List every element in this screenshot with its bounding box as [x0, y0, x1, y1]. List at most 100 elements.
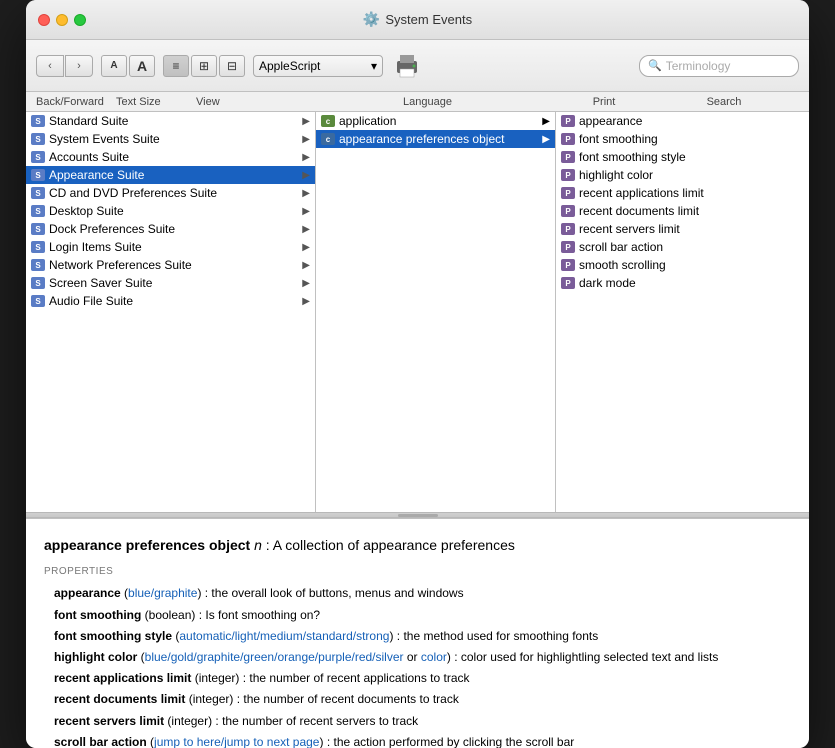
doc-panel: appearance preferences object n : A coll… [26, 518, 809, 748]
prop-badge: P [561, 205, 575, 217]
suite-badge: S [31, 259, 45, 271]
prop-badge: P [561, 259, 575, 271]
prop-item-recent-docs[interactable]: P recent documents limit [556, 202, 809, 220]
view-label: View [196, 96, 286, 108]
suite-item-screen-saver[interactable]: S Screen Saver Suite ▶ [26, 274, 315, 292]
prop-badge: P [561, 169, 575, 181]
class-item-appearance-prefs[interactable]: c appearance preferences object ▶ [316, 130, 555, 148]
language-group: AppleScript ▾ [253, 55, 383, 77]
chevron-right-icon: ▶ [302, 206, 310, 217]
language-selector[interactable]: AppleScript ▾ [253, 55, 383, 77]
chevron-right-icon: ▶ [302, 260, 310, 271]
suite-item-appearance[interactable]: S Appearance Suite ▶ [26, 166, 315, 184]
suite-badge: S [31, 241, 45, 253]
class-badge: c [321, 133, 335, 145]
fullscreen-button[interactable] [74, 14, 86, 26]
prop-badge: P [561, 115, 575, 127]
text-size-buttons: A A [101, 55, 155, 77]
chevron-right-icon: ▶ [542, 134, 550, 145]
search-label: Search [639, 96, 809, 108]
class-badge: c [321, 115, 335, 127]
prop-item-highlight-color[interactable]: P highlight color [556, 166, 809, 184]
color-link[interactable]: color [421, 650, 447, 664]
chevron-right-icon: ▶ [302, 116, 310, 127]
chevron-right-icon: ▶ [302, 242, 310, 253]
suite-item-system-events[interactable]: S System Events Suite ▶ [26, 130, 315, 148]
minimize-button[interactable] [56, 14, 68, 26]
suite-item-standard[interactable]: S Standard Suite ▶ [26, 112, 315, 130]
chevron-right-icon: ▶ [302, 170, 310, 181]
prop-badge: P [561, 187, 575, 199]
class-list: c application ▶ c appearance preferences… [316, 112, 556, 512]
view-icon-button[interactable]: ⊟ [219, 55, 245, 77]
chevron-right-icon: ▶ [542, 116, 550, 127]
suite-item-audio[interactable]: S Audio File Suite ▶ [26, 292, 315, 310]
font-smoothing-style-link[interactable]: automatic/light/medium/standard/strong [179, 629, 389, 643]
suite-item-network[interactable]: S Network Preferences Suite ▶ [26, 256, 315, 274]
appearance-link[interactable]: blue/graphite [128, 586, 197, 600]
suite-item-dock[interactable]: S Dock Preferences Suite ▶ [26, 220, 315, 238]
window-title: ⚙️ System Events [363, 11, 472, 28]
suite-item-desktop[interactable]: S Desktop Suite ▶ [26, 202, 315, 220]
doc-prop-font-smoothing-style: font smoothing style (automatic/light/me… [44, 627, 791, 646]
view-list-button[interactable]: ≡ [163, 55, 189, 77]
suite-badge: S [31, 133, 45, 145]
chevron-right-icon: ▶ [302, 224, 310, 235]
text-size-group: A A [101, 55, 155, 77]
suite-badge: S [31, 223, 45, 235]
toolbar-labels: Back/Forward Text Size View Language Pri… [26, 92, 809, 112]
suite-badge: S [31, 169, 45, 181]
close-button[interactable] [38, 14, 50, 26]
doc-prop-highlight-color: highlight color (blue/gold/graphite/gree… [44, 648, 791, 667]
print-label: Print [569, 96, 639, 108]
suite-item-cd-dvd[interactable]: S CD and DVD Preferences Suite ▶ [26, 184, 315, 202]
back-button[interactable]: ‹ [36, 55, 64, 77]
chevron-right-icon: ▶ [302, 278, 310, 289]
highlight-color-link[interactable]: blue/gold/graphite/green/orange/purple/r… [145, 650, 404, 664]
traffic-lights [38, 14, 86, 26]
suite-list: S Standard Suite ▶ S System Events Suite… [26, 112, 316, 512]
doc-prop-scroll-bar: scroll bar action (jump to here/jump to … [44, 733, 791, 748]
suite-badge: S [31, 151, 45, 163]
back-forward-group: ‹ › [36, 55, 93, 77]
resizer-handle [398, 514, 438, 517]
text-larger-button[interactable]: A [129, 55, 155, 77]
suite-item-accounts[interactable]: S Accounts Suite ▶ [26, 148, 315, 166]
scroll-bar-action-link[interactable]: jump to here/jump to next page [154, 735, 319, 748]
search-box[interactable]: 🔍 Terminology [639, 55, 799, 77]
view-table-button[interactable]: ⊞ [191, 55, 217, 77]
main-content: S Standard Suite ▶ S System Events Suite… [26, 112, 809, 512]
chevron-down-icon: ▾ [371, 59, 377, 73]
suite-badge: S [31, 295, 45, 307]
text-smaller-button[interactable]: A [101, 55, 127, 77]
prop-item-appearance[interactable]: P appearance [556, 112, 809, 130]
prop-badge: P [561, 223, 575, 235]
toolbar: ‹ › A A ≡ ⊞ ⊟ AppleScript ▾ [26, 40, 809, 92]
forward-button[interactable]: › [65, 55, 93, 77]
prop-item-recent-servers[interactable]: P recent servers limit [556, 220, 809, 238]
back-forward-label: Back/Forward [26, 96, 116, 108]
doc-prop-appearance: appearance (blue/graphite) : the overall… [44, 584, 791, 603]
view-group: ≡ ⊞ ⊟ [163, 55, 245, 77]
prop-item-smooth-scrolling[interactable]: P smooth scrolling [556, 256, 809, 274]
chevron-right-icon: ▶ [302, 134, 310, 145]
prop-item-font-smoothing-style[interactable]: P font smoothing style [556, 148, 809, 166]
prop-badge: P [561, 151, 575, 163]
print-button[interactable] [391, 52, 423, 80]
doc-class-title: appearance preferences object n : A coll… [44, 534, 791, 556]
titlebar: ⚙️ System Events [26, 0, 809, 40]
prop-item-scroll-bar-action[interactable]: P scroll bar action [556, 238, 809, 256]
search-icon: 🔍 [648, 59, 662, 72]
doc-class-name: appearance preferences object [44, 537, 250, 553]
prop-item-dark-mode[interactable]: P dark mode [556, 274, 809, 292]
chevron-right-icon: ▶ [302, 152, 310, 163]
prop-item-recent-apps[interactable]: P recent applications limit [556, 184, 809, 202]
suite-badge: S [31, 277, 45, 289]
doc-prop-recent-apps: recent applications limit (integer) : th… [44, 669, 791, 688]
class-item-application[interactable]: c application ▶ [316, 112, 555, 130]
main-window: ⚙️ System Events ‹ › A A ≡ ⊞ ⊟ [26, 0, 809, 748]
suite-badge: S [31, 205, 45, 217]
suite-item-login[interactable]: S Login Items Suite ▶ [26, 238, 315, 256]
prop-item-font-smoothing[interactable]: P font smoothing [556, 130, 809, 148]
properties-section-label: PROPERTIES [44, 564, 791, 580]
